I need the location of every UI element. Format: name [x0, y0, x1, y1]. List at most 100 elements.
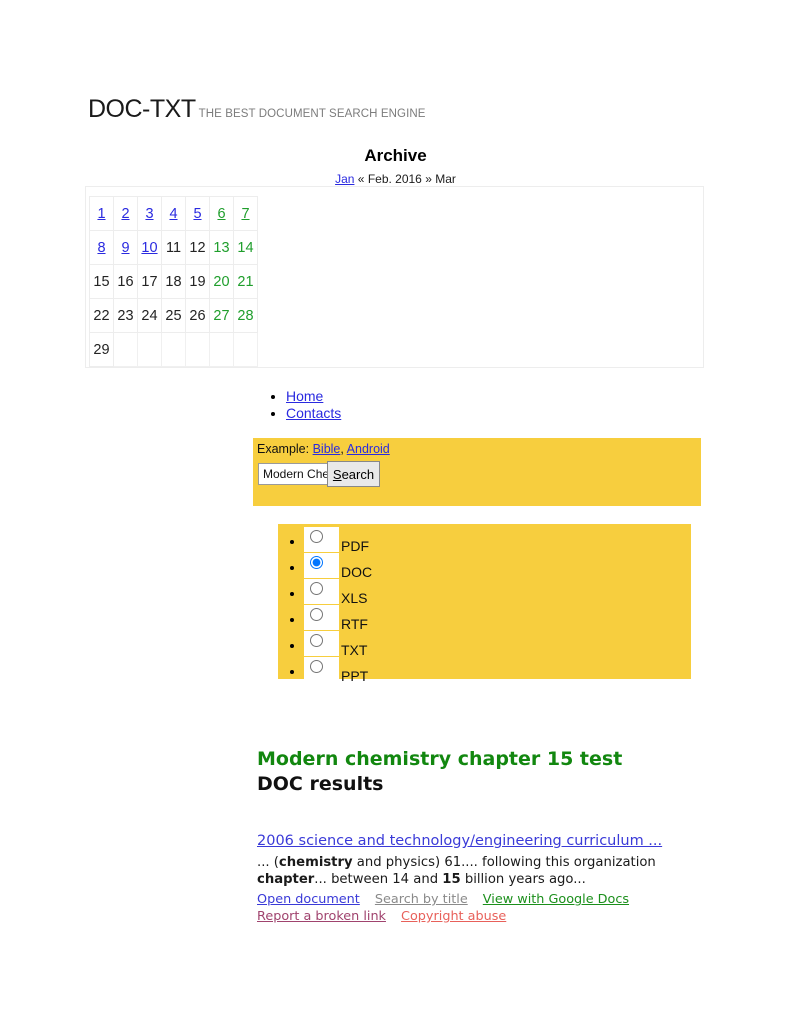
calendar-day-link-9[interactable]: 9: [121, 240, 129, 256]
calendar-day-link-10[interactable]: 10: [141, 240, 157, 256]
search-button[interactable]: Search: [327, 461, 380, 487]
calendar-day-4[interactable]: 4: [161, 196, 186, 231]
archive-calendar: 1 2 3 4 5 6 7 8 9 10 11 12 13 14 15 16 17 18 19 20 21 22 23 24 2…: [89, 196, 258, 367]
calendar-day-label-20: 20: [213, 273, 230, 290]
calendar-day-1[interactable]: 1: [89, 196, 114, 231]
calendar-day-link-1[interactable]: 1: [97, 206, 105, 222]
calendar-day-21: 21: [233, 264, 258, 299]
action-link-search-by-title[interactable]: Search by title: [375, 892, 468, 907]
filetype-option-rtf[interactable]: RTF: [304, 605, 691, 632]
snippet-text: and physics) 61.... following this organ…: [352, 855, 656, 870]
radio-rtf[interactable]: [310, 608, 323, 621]
calendar-day-2[interactable]: 2: [113, 196, 138, 231]
radio-box[interactable]: [304, 631, 339, 656]
snippet-text: billion years ago...: [460, 872, 586, 887]
example-link-bible[interactable]: Bible: [313, 442, 341, 456]
filetype-option-xls[interactable]: XLS: [304, 579, 691, 606]
calendar-day-14: 14: [233, 230, 258, 265]
calendar-day-link-7[interactable]: 7: [241, 206, 249, 222]
result-snippet: ... (chemistry and physics) 61.... follo…: [257, 854, 667, 888]
calendar-day-label-28: 28: [237, 307, 254, 324]
calendar-day-label-22: 22: [93, 307, 110, 324]
filetype-option-pdf[interactable]: PDF: [304, 527, 691, 554]
calendar-day-25: 25: [161, 298, 186, 333]
nav-link-contacts[interactable]: Contacts: [286, 405, 341, 421]
calendar-cell-empty: [137, 332, 162, 367]
calendar-day-label-15: 15: [93, 273, 110, 290]
calendar-day-10[interactable]: 10: [137, 230, 162, 265]
radio-txt[interactable]: [310, 634, 323, 647]
filetype-label-doc: DOC: [341, 564, 373, 580]
results-heading-suffix: DOC results: [257, 773, 384, 795]
calendar-day-27: 27: [209, 298, 234, 333]
calendar-day-16: 16: [113, 264, 138, 299]
filetype-option-txt[interactable]: TXT: [304, 631, 691, 658]
radio-box[interactable]: [304, 657, 339, 682]
calendar-day-link-5[interactable]: 5: [193, 206, 201, 222]
calendar-day-label-16: 16: [117, 273, 134, 290]
search-button-label: earch: [341, 466, 375, 482]
radio-ppt[interactable]: [310, 660, 323, 673]
results-heading: Modern chemistry chapter 15 test DOC res…: [257, 747, 657, 797]
radio-xls[interactable]: [310, 582, 323, 595]
filetype-panel: PDF DOC XLS RTF TXT PPT: [278, 524, 691, 684]
action-link-open-document[interactable]: Open document: [257, 892, 360, 907]
radio-box[interactable]: [304, 579, 339, 604]
calendar-day-label-24: 24: [141, 307, 158, 324]
action-link-view-with-google-docs[interactable]: View with Google Docs: [483, 892, 629, 907]
filetype-label-rtf: RTF: [341, 616, 368, 632]
action-link-copyright-abuse[interactable]: Copyright abuse: [401, 909, 506, 924]
calendar-cell-empty: [185, 332, 210, 367]
calendar-day-8[interactable]: 8: [89, 230, 114, 265]
calendar-day-link-4[interactable]: 4: [169, 206, 177, 222]
snippet-text: ... between 14 and: [314, 872, 443, 887]
calendar-day-link-8[interactable]: 8: [97, 240, 105, 256]
calendar-day-link-6[interactable]: 6: [217, 206, 225, 222]
calendar-day-link-2[interactable]: 2: [121, 206, 129, 222]
calendar-day-label-19: 19: [189, 273, 206, 290]
calendar-day-6[interactable]: 6: [209, 196, 234, 231]
calendar-day-link-3[interactable]: 3: [145, 206, 153, 222]
calendar-day-5[interactable]: 5: [185, 196, 210, 231]
archive-month-nav: Jan « Feb. 2016 » Mar: [0, 172, 791, 186]
calendar-day-28: 28: [233, 298, 258, 333]
result-action-links: Open document Search by title View with …: [257, 891, 672, 925]
radio-box[interactable]: [304, 605, 339, 630]
calendar-cell-empty: [113, 332, 138, 367]
action-link-report-a-broken-link[interactable]: Report a broken link: [257, 909, 386, 924]
snippet-keyword: chemistry: [278, 855, 353, 870]
calendar-cell-empty: [161, 332, 186, 367]
calendar-day-3[interactable]: 3: [137, 196, 162, 231]
calendar-day-9[interactable]: 9: [113, 230, 138, 265]
radio-box[interactable]: [304, 553, 339, 578]
example-label: Example:: [257, 442, 310, 456]
filetype-option-ppt[interactable]: PPT: [304, 657, 691, 684]
list-item: Home: [286, 388, 341, 405]
archive-next-separator: »: [425, 172, 432, 186]
nav-link-home[interactable]: Home: [286, 388, 323, 404]
calendar-day-19: 19: [185, 264, 210, 299]
calendar-week-row: 1234567: [89, 196, 258, 231]
filetype-label-xls: XLS: [341, 590, 368, 606]
calendar-day-13: 13: [209, 230, 234, 265]
filetype-option-doc[interactable]: DOC: [304, 553, 691, 580]
results-heading-query: Modern chemistry chapter 15 test: [257, 748, 623, 770]
example-link-android[interactable]: Android: [347, 442, 390, 456]
radio-box[interactable]: [304, 527, 339, 552]
radio-pdf[interactable]: [310, 530, 323, 543]
calendar-day-29: 29: [89, 332, 114, 367]
filetype-label-txt: TXT: [341, 642, 368, 658]
archive-current-month: Feb. 2016: [367, 172, 422, 186]
list-item: Contacts: [286, 405, 341, 422]
snippet-text: ... (: [257, 855, 279, 870]
calendar-day-label-25: 25: [165, 307, 182, 324]
result-title-link[interactable]: 2006 science and technology/engineering …: [257, 832, 677, 851]
calendar-day-7[interactable]: 7: [233, 196, 258, 231]
archive-prev-month-link[interactable]: Jan: [335, 172, 354, 186]
radio-doc[interactable]: [310, 556, 323, 569]
calendar-day-label-23: 23: [117, 307, 134, 324]
calendar-day-20: 20: [209, 264, 234, 299]
brand-logo-text: DOC-TXT: [88, 95, 196, 123]
filetype-radio-list: PDF DOC XLS RTF TXT PPT: [278, 524, 691, 684]
calendar-day-label-18: 18: [165, 273, 182, 290]
